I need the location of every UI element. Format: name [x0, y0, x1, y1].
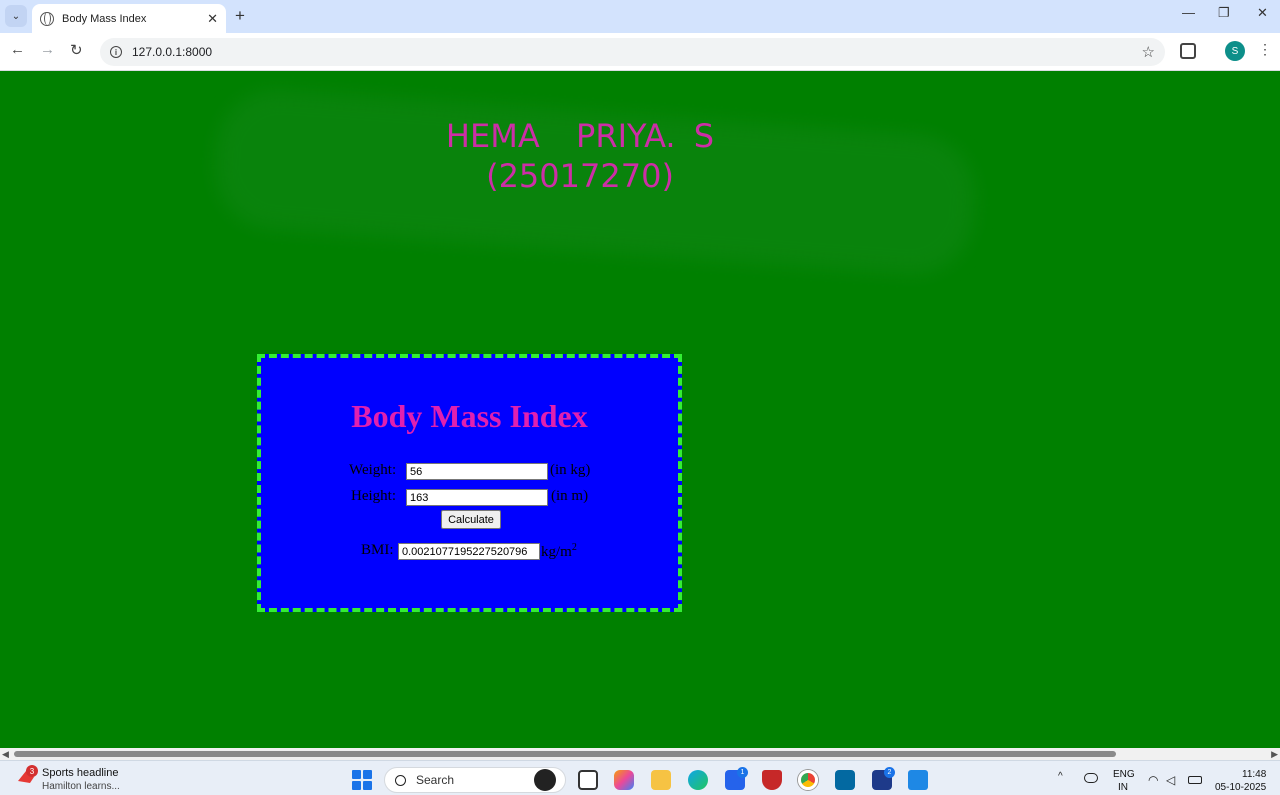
- extensions-icon[interactable]: [1180, 43, 1196, 59]
- minimize-button[interactable]: —: [1182, 5, 1195, 20]
- volume-icon[interactable]: ◁: [1166, 773, 1175, 787]
- task-view-icon[interactable]: [578, 770, 598, 790]
- url-text[interactable]: 127.0.0.1:8000: [132, 45, 1142, 59]
- edge-browser-icon[interactable]: [688, 770, 708, 790]
- page-content: HEMA PRIYA. S (25017270) Body Mass Index…: [0, 72, 1280, 748]
- onedrive-icon[interactable]: [1084, 773, 1098, 783]
- clock-time[interactable]: 11:48: [1242, 769, 1266, 780]
- mascot-app-icon[interactable]: [534, 769, 556, 791]
- tab-strip: ⌄ Body Mass Index ✕ + — ❐ ✕: [0, 0, 1280, 33]
- back-button[interactable]: ←: [10, 41, 25, 58]
- wifi-icon[interactable]: ◠: [1148, 773, 1158, 787]
- calculate-button[interactable]: Calculate: [441, 510, 501, 529]
- globe-icon: [40, 11, 54, 26]
- language-indicator[interactable]: ENG: [1113, 769, 1135, 780]
- browser-toolbar: ← → ↻ i 127.0.0.1:8000 ☆ S ⋮: [0, 33, 1280, 71]
- tab-body-mass-index[interactable]: Body Mass Index ✕: [32, 4, 226, 33]
- bookmark-star-icon[interactable]: ☆: [1142, 43, 1155, 61]
- weight-label: Weight:: [349, 462, 397, 478]
- horizontal-scrollbar[interactable]: ◀ ▶: [0, 748, 1280, 760]
- student-id-heading: (25017270): [486, 157, 674, 195]
- new-tab-button[interactable]: +: [235, 6, 245, 26]
- close-window-button[interactable]: ✕: [1257, 5, 1268, 21]
- taskbar: 3 Sports headline Hamilton learns... Sea…: [0, 760, 1280, 795]
- bmi-label: BMI:: [361, 542, 394, 558]
- bmi-result-field[interactable]: [398, 543, 540, 560]
- windows-start-icon[interactable]: [352, 770, 372, 790]
- battery-icon[interactable]: [1188, 776, 1202, 784]
- news-badge: 3: [26, 765, 38, 777]
- browser-menu-icon[interactable]: ⋮: [1258, 41, 1272, 58]
- address-bar[interactable]: i 127.0.0.1:8000 ☆: [100, 38, 1165, 66]
- file-explorer-icon[interactable]: [651, 770, 671, 790]
- bmi-unit: kg/m2: [541, 542, 577, 561]
- l-app-badge: 2: [884, 767, 895, 778]
- forward-button[interactable]: →: [40, 41, 55, 58]
- tab-search-chevron-icon[interactable]: ⌄: [5, 5, 27, 27]
- scroll-right-icon[interactable]: ▶: [1271, 749, 1278, 760]
- mcafee-icon[interactable]: [762, 770, 782, 790]
- bmi-unit-exponent: 2: [571, 542, 577, 553]
- height-input[interactable]: [406, 489, 548, 506]
- news-subtext[interactable]: Hamilton learns...: [42, 781, 120, 792]
- student-name-heading: HEMA PRIYA. S: [445, 117, 715, 155]
- copilot-icon[interactable]: [614, 770, 634, 790]
- search-icon: [395, 774, 406, 786]
- form-title: Body Mass Index: [351, 398, 588, 434]
- store-badge: 1: [737, 767, 748, 778]
- scrollbar-thumb[interactable]: [14, 751, 1116, 757]
- scroll-left-icon[interactable]: ◀: [2, 749, 9, 760]
- close-tab-icon[interactable]: ✕: [207, 11, 218, 27]
- weight-input[interactable]: [406, 463, 548, 480]
- height-unit: (in m): [551, 488, 589, 504]
- bmi-form-panel: Body Mass Index Weight: (in kg) Height: …: [257, 354, 682, 612]
- outlook-icon[interactable]: [835, 770, 855, 790]
- news-headline[interactable]: Sports headline: [42, 767, 118, 779]
- tab-title: Body Mass Index: [62, 12, 147, 25]
- tray-expand-icon[interactable]: ^: [1058, 771, 1063, 782]
- bmi-unit-text: kg/m: [541, 544, 572, 560]
- chrome-icon[interactable]: [798, 770, 818, 790]
- language-region[interactable]: IN: [1118, 782, 1128, 793]
- clock-date[interactable]: 05-10-2025: [1215, 782, 1266, 793]
- site-info-icon[interactable]: i: [110, 46, 122, 58]
- weight-unit: (in kg): [550, 462, 591, 478]
- reload-button[interactable]: ↻: [70, 41, 83, 59]
- restore-button[interactable]: ❐: [1218, 5, 1230, 21]
- profile-avatar[interactable]: S: [1225, 41, 1245, 61]
- search-placeholder: Search: [416, 773, 455, 787]
- height-label: Height:: [351, 488, 396, 504]
- vscode-icon[interactable]: [908, 770, 928, 790]
